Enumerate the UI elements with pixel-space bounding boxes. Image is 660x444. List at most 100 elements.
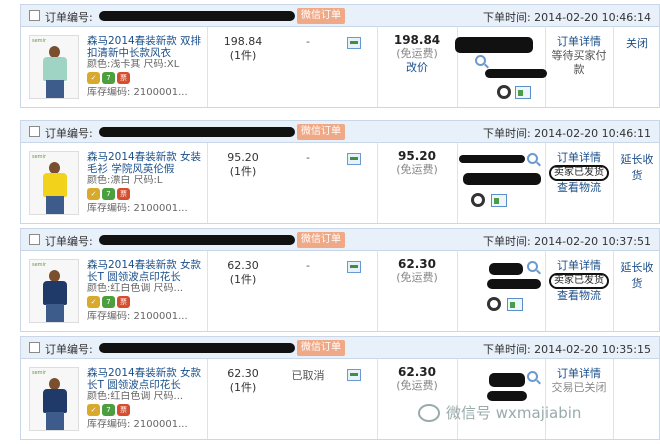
order-detail-link[interactable]: 订单详情 [549, 151, 609, 165]
model-legs [46, 196, 64, 214]
unit-price-value: 95.20 [227, 151, 259, 164]
model-legs [46, 80, 64, 98]
order-header: 订单编号: 微信订单 下单时间: 2014-02-20 10:46:14 [21, 5, 659, 27]
product-title-link[interactable]: 森马2014春装新款 女款长T 圆领波点印花长 [87, 367, 209, 391]
order-number-label: 订单编号: [45, 235, 93, 248]
order-time: 下单时间: 2014-02-20 10:37:51 [482, 235, 651, 248]
close-order-link[interactable]: 关闭 [617, 35, 657, 51]
order-card: 订单编号: 微信订单 下单时间: 2014-02-20 10:46:14 sem… [20, 4, 660, 108]
model-torso [43, 173, 67, 197]
order-number-label: 订单编号: [45, 11, 93, 24]
product-title-link[interactable]: 森马2014春装新款 双排扣清新中长款风衣 [87, 35, 209, 59]
memo-icon[interactable] [347, 369, 361, 381]
service-badges: ✓ 7 票 [87, 188, 130, 200]
order-actions: 订单详情 交易已关闭 [549, 367, 609, 395]
quantity: (1件) [229, 381, 257, 394]
order-body: semir 森马2014春装新款 双排扣清新中长款风衣 颜色:浅卡其 尺码:XL… [21, 27, 659, 107]
invoice-icon: 票 [117, 296, 130, 308]
unit-price-value: 62.30 [227, 259, 259, 272]
item-status: - [306, 151, 310, 164]
chat-icon[interactable] [497, 85, 511, 99]
order-actions: 订单详情 等待买家付款 [549, 35, 609, 77]
order-number-label: 订单编号: [45, 127, 93, 140]
order-time-value: 2014-02-20 10:35:15 [534, 343, 651, 356]
product-title-link[interactable]: 森马2014春装新款 女款长T 圆领波点印花长 [87, 259, 209, 283]
extend-receipt-link[interactable]: 延长收货 [617, 259, 657, 291]
order-body: semir 森马2014春装新款 女装毛衫 学院风英伦假 颜色:漂白 尺码:L … [21, 143, 659, 223]
unit-price: 62.30 (1件) [213, 259, 273, 287]
memo-icon[interactable] [347, 261, 361, 273]
brand-logo: semir [32, 262, 46, 268]
order-status-text: 交易已关闭 [551, 381, 607, 394]
order-checkbox[interactable] [29, 342, 40, 353]
product-thumbnail[interactable]: semir [29, 35, 79, 99]
redacted-order-number [99, 235, 295, 245]
memo-icon[interactable] [347, 37, 361, 49]
order-total: 62.30 (免运费) [381, 365, 453, 393]
contact-card-icon[interactable] [507, 298, 523, 311]
product-color-size: 颜色:漂白 尺码:L [87, 175, 163, 186]
search-icon[interactable] [527, 261, 538, 272]
stock-code: 库存编码: 2100001... [87, 203, 188, 214]
order-checkbox[interactable] [29, 126, 40, 137]
product-thumbnail[interactable]: semir [29, 151, 79, 215]
order-detail-link[interactable]: 订单详情 [549, 259, 609, 273]
contact-card-icon[interactable] [515, 86, 531, 99]
product-color-size: 颜色:红白色调 尺码... [87, 283, 184, 294]
model-torso [43, 57, 67, 81]
seven-day-icon: 7 [102, 188, 115, 200]
search-icon[interactable] [527, 371, 538, 382]
order-number-label: 订单编号: [45, 343, 93, 356]
service-badges: ✓ 7 票 [87, 404, 130, 416]
seven-day-icon: 7 [102, 404, 115, 416]
guarantee-icon: ✓ [87, 188, 100, 200]
quantity: (1件) [229, 49, 257, 62]
order-detail-link[interactable]: 订单详情 [549, 35, 609, 49]
redacted-order-number [99, 343, 295, 353]
chat-icon[interactable] [487, 297, 501, 311]
order-total: 95.20 (免运费) [381, 149, 453, 177]
search-icon[interactable] [527, 153, 538, 164]
brand-logo: semir [32, 370, 46, 376]
stock-code: 库存编码: 2100001... [87, 419, 188, 430]
order-actions: 订单详情 卖家已发货 查看物流 [549, 151, 609, 195]
order-checkbox[interactable] [29, 234, 40, 245]
order-time: 下单时间: 2014-02-20 10:46:14 [482, 11, 651, 24]
view-logistics-link[interactable]: 查看物流 [549, 289, 609, 303]
order-header: 订单编号: 微信订单 下单时间: 2014-02-20 10:35:15 [21, 337, 659, 359]
order-detail-link[interactable]: 订单详情 [549, 367, 609, 381]
invoice-icon: 票 [117, 404, 130, 416]
view-logistics-link[interactable]: 查看物流 [549, 181, 609, 195]
wechat-logo-icon [418, 403, 440, 422]
total-amount: 62.30 [398, 365, 436, 379]
memo-icon[interactable] [347, 153, 361, 165]
shipping-note: (免运费) [396, 271, 438, 284]
order-checkbox[interactable] [29, 10, 40, 21]
order-total: 198.84 (免运费) 改价 [381, 33, 453, 75]
product-title-link[interactable]: 森马2014春装新款 女装毛衫 学院风英伦假 [87, 151, 209, 175]
product-thumbnail[interactable]: semir [29, 367, 79, 431]
shipped-status-tag: 卖家已发货 [549, 273, 609, 289]
order-card: 订单编号: 微信订单 下单时间: 2014-02-20 10:35:15 sem… [20, 336, 660, 440]
redacted-buyer [489, 373, 525, 387]
brand-logo: semir [32, 154, 46, 160]
redacted-buyer [489, 263, 523, 275]
extend-receipt-link[interactable]: 延长收货 [617, 151, 657, 183]
wechat-order-tag: 微信订单 [297, 8, 345, 24]
contact-card-icon[interactable] [491, 194, 507, 207]
seven-day-icon: 7 [102, 72, 115, 84]
chat-icon[interactable] [471, 193, 485, 207]
order-time: 下单时间: 2014-02-20 10:35:15 [482, 343, 651, 356]
redacted-buyer-id [485, 69, 547, 78]
total-amount: 95.20 [398, 149, 436, 163]
shipping-note: (免运费) [396, 47, 438, 60]
item-status: - [306, 259, 310, 272]
product-thumbnail[interactable]: semir [29, 259, 79, 323]
order-body: semir 森马2014春装新款 女款长T 圆领波点印花长 颜色:红白色调 尺码… [21, 251, 659, 331]
search-icon[interactable] [475, 55, 486, 66]
unit-price-value: 198.84 [223, 35, 263, 48]
redacted-buyer-id [487, 391, 527, 401]
unit-price: 198.84 (1件) [213, 35, 273, 63]
stock-code: 库存编码: 2100001... [87, 87, 188, 98]
change-price-link[interactable]: 改价 [381, 61, 453, 75]
